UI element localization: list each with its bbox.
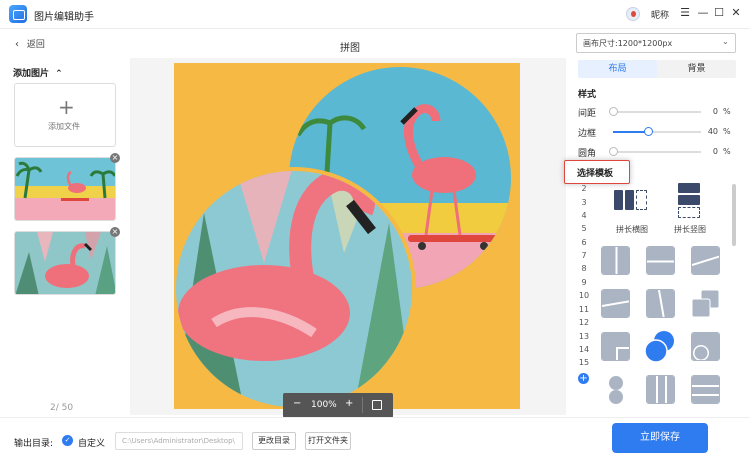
zoom-in-button[interactable]: + [345, 398, 353, 409]
back-label: 返回 [26, 40, 45, 50]
count-option[interactable]: 15 [578, 358, 590, 367]
image-thumbnail[interactable] [14, 157, 116, 221]
template-three-rows[interactable] [691, 375, 720, 404]
count-option[interactable]: 11 [578, 305, 590, 314]
page-count: 2/ 50 [50, 403, 74, 413]
title-divider [0, 28, 750, 29]
flamingo-beach-image [15, 158, 115, 220]
canvas-size-select[interactable]: 画布尺寸:1200*1200px [576, 33, 736, 53]
bottom-divider [0, 417, 750, 418]
template-overlap-squares[interactable] [691, 289, 720, 318]
border-unit: % [723, 127, 731, 136]
count-option[interactable]: 3 [578, 198, 590, 207]
checkmark-icon[interactable]: ✓ [62, 435, 73, 446]
template-split-slant[interactable] [601, 289, 630, 318]
zoom-level: 100% [311, 400, 337, 410]
corner-value: 0 [712, 147, 718, 156]
count-option[interactable]: 7 [578, 251, 590, 260]
count-option[interactable]: 9 [578, 278, 590, 287]
image-thumbnail[interactable] [14, 231, 116, 295]
corner-slider[interactable] [613, 151, 701, 153]
template-header: 选择模板 [577, 169, 614, 179]
count-option[interactable]: 4 [578, 211, 590, 220]
spacing-slider-handle[interactable] [609, 107, 618, 116]
template-split-vertical[interactable] [601, 246, 630, 275]
back-button[interactable]: ‹ 返回 [15, 37, 45, 50]
count-option[interactable]: 12 [578, 318, 590, 327]
spacing-label: 间距 [578, 109, 597, 119]
corner-unit: % [723, 147, 731, 156]
border-value: 40 [707, 127, 718, 136]
flamingo-leaves-image [15, 232, 115, 294]
add-count-icon[interactable]: + [578, 373, 589, 384]
maximize-icon[interactable]: ☐ [712, 5, 726, 21]
template-inset-corner[interactable] [601, 332, 630, 361]
custom-dir-label[interactable]: 自定义 [78, 436, 105, 449]
open-folder-button[interactable]: 打开文件夹 [305, 432, 351, 450]
chevron-up-icon: ⌃ [55, 69, 63, 79]
tab-layout[interactable]: 布局 [578, 60, 657, 78]
user-avatar[interactable] [626, 7, 640, 21]
template-caption: 拼长竖图 [674, 225, 706, 234]
count-option[interactable]: 8 [578, 264, 590, 273]
template-long-horizontal[interactable] [614, 190, 650, 212]
template-stacked-circles[interactable] [605, 375, 627, 405]
output-path-field[interactable]: C:\Users\Administrator\Desktop\ [115, 432, 243, 450]
template-two-circles-selected[interactable] [644, 330, 676, 363]
add-file-label: 添加文件 [48, 122, 80, 131]
user-name[interactable]: 昵称 [651, 8, 669, 21]
app-logo-icon [9, 5, 27, 23]
count-option[interactable]: 5 [578, 224, 590, 233]
fit-screen-icon[interactable] [372, 400, 382, 410]
minimize-icon[interactable]: — [696, 5, 710, 21]
chevron-down-icon: ⌄ [722, 37, 729, 46]
border-label: 边框 [578, 129, 597, 139]
page-title: 拼图 [340, 43, 360, 54]
count-option[interactable]: 10 [578, 291, 590, 300]
template-long-vertical[interactable] [678, 183, 702, 219]
change-dir-button[interactable]: 更改目录 [252, 432, 296, 450]
zoom-divider [362, 397, 363, 413]
chevron-left-icon: ‹ [15, 39, 19, 50]
corner-slider-handle[interactable] [609, 147, 618, 156]
tab-background[interactable]: 背景 [657, 60, 736, 78]
collage-canvas[interactable] [172, 63, 520, 411]
spacing-value: 0 [712, 107, 718, 116]
delete-thumbnail-icon[interactable]: × [110, 153, 120, 163]
add-images-label: 添加图片 [13, 69, 50, 79]
template-split-horizontal[interactable] [646, 246, 675, 275]
style-label: 样式 [578, 90, 597, 100]
template-scrollbar[interactable] [732, 184, 736, 246]
add-images-toggle[interactable]: 添加图片 ⌃ [13, 66, 63, 79]
output-dir-label: 输出目录: [14, 439, 54, 449]
spacing-unit: % [723, 107, 731, 116]
save-button[interactable]: 立即保存 [612, 423, 708, 453]
delete-thumbnail-icon[interactable]: × [110, 227, 120, 237]
template-circle-corner[interactable] [691, 332, 720, 361]
border-slider-handle[interactable] [644, 127, 653, 136]
close-icon[interactable]: ✕ [729, 5, 743, 21]
menu-icon[interactable]: ☰ [678, 5, 692, 21]
count-option[interactable]: 6 [578, 238, 590, 247]
spacing-slider[interactable] [613, 111, 701, 113]
count-option[interactable]: 13 [578, 332, 590, 341]
count-option[interactable]: 14 [578, 345, 590, 354]
corner-label: 圆角 [578, 149, 597, 159]
template-caption: 拼长横图 [616, 225, 648, 234]
collage-preview [172, 67, 511, 411]
template-split-slant-vertical[interactable] [646, 289, 675, 318]
zoom-out-button[interactable]: − [293, 398, 301, 409]
template-split-diagonal[interactable] [691, 246, 720, 275]
count-option[interactable]: 2 [578, 184, 590, 193]
app-title: 图片编辑助手 [34, 12, 94, 23]
plus-icon: + [58, 95, 75, 119]
template-three-columns[interactable] [646, 375, 675, 404]
